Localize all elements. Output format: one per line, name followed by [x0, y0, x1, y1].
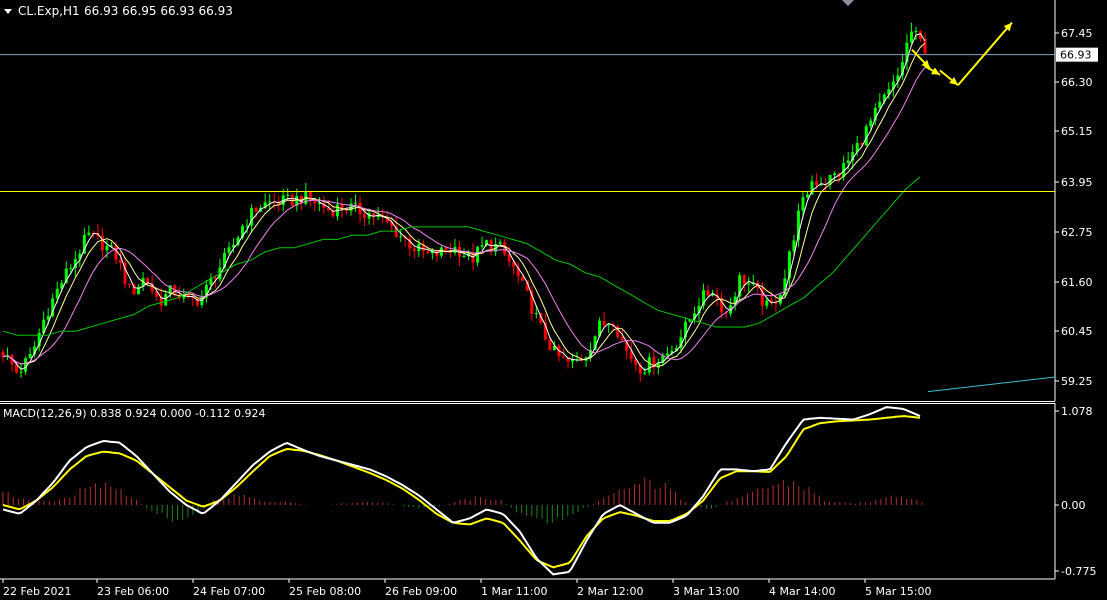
candle-body	[363, 214, 367, 219]
trend-line	[927, 376, 1056, 393]
price-tick-label: 67.45	[1061, 27, 1093, 40]
candle-body	[665, 353, 669, 356]
candle-body	[227, 247, 231, 253]
macd-line	[2, 406, 921, 576]
ma-long-line	[2, 176, 921, 336]
candle-body	[923, 39, 927, 54]
price-tick-label: 62.75	[1061, 226, 1093, 239]
scroll-marker-icon[interactable]	[842, 0, 854, 6]
price-tick-label: 66.30	[1061, 76, 1093, 89]
candle-body	[909, 31, 913, 43]
ma-fast-line	[2, 33, 926, 371]
price-series-layer	[0, 21, 1056, 393]
time-tick-label: 2 Mar 12:00	[577, 585, 643, 598]
forecast-arrow	[957, 21, 1013, 86]
price-tick-label: 59.25	[1061, 375, 1093, 388]
candle-body	[647, 357, 651, 373]
macd-header-label: MACD(12,26,9) 0.838 0.924 0.000 -0.112 0…	[3, 407, 265, 420]
candle-body	[706, 290, 710, 296]
candle-body	[128, 283, 132, 285]
ma-mid-line	[2, 42, 926, 368]
candle-body	[643, 372, 647, 374]
macd-tick-label: -0.775	[1061, 565, 1096, 578]
candle-body	[286, 194, 290, 196]
time-tick-label: 3 Mar 13:00	[673, 585, 739, 598]
candle-body	[412, 248, 416, 252]
time-tick-label: 22 Feb 2021	[3, 585, 71, 598]
current-price-badge-label: 66.93	[1060, 49, 1092, 62]
candle-body	[354, 202, 358, 204]
candle-body	[105, 245, 109, 251]
candle-body	[742, 275, 746, 285]
time-tick-label: 24 Feb 07:00	[193, 585, 265, 598]
candle-body	[28, 353, 32, 359]
candle-body	[548, 339, 552, 351]
candle-body	[747, 283, 751, 285]
symbol-dropdown-icon[interactable]	[4, 9, 12, 14]
candle-body	[846, 160, 850, 163]
macd-series-layer	[2, 406, 923, 576]
time-tick-label: 1 Mar 11:00	[481, 585, 547, 598]
time-tick-label: 4 Mar 14:00	[769, 585, 835, 598]
price-tick-label: 61.60	[1061, 276, 1093, 289]
price-tick-label: 60.45	[1061, 325, 1093, 338]
candle-body	[480, 245, 484, 247]
candle-body	[24, 358, 28, 372]
candle-body	[399, 236, 403, 238]
candle-body	[164, 294, 168, 306]
price-tick-label: 63.95	[1061, 176, 1093, 189]
price-chart[interactable]: 67.45 66.30 65.15 63.95 62.75 61.60 60.45 59.25…	[0, 0, 1107, 600]
signal-line	[2, 415, 921, 569]
time-tick-label: 23 Feb 06:00	[97, 585, 169, 598]
candle-body	[815, 181, 819, 186]
candle-body	[805, 194, 809, 198]
candle-body	[869, 120, 873, 127]
candle-body	[87, 232, 91, 235]
candle-body	[254, 207, 258, 212]
candle-body	[620, 336, 624, 340]
candle-body	[462, 256, 466, 258]
macd-tick-label: 0.00	[1061, 499, 1086, 512]
time-tick-label: 25 Feb 08:00	[289, 585, 361, 598]
symbol-timeframe-label: CL.Exp,H1	[18, 4, 80, 18]
candle-body	[114, 245, 118, 260]
candle-body	[765, 300, 769, 306]
candle-body	[801, 197, 805, 211]
candle-body	[534, 313, 538, 315]
ma-slow-line	[2, 67, 926, 365]
price-tick-label: 65.15	[1061, 125, 1093, 138]
candle-body	[914, 30, 918, 32]
candle-body	[602, 320, 606, 326]
macd-tick-label: 1.078	[1061, 405, 1093, 418]
candle-body	[561, 356, 565, 358]
candle-body	[19, 371, 23, 373]
time-tick-label: 5 Mar 15:00	[865, 585, 931, 598]
candle-body	[498, 242, 502, 245]
candle-body	[268, 201, 272, 203]
candle-body	[426, 251, 430, 254]
candle-body	[833, 173, 837, 175]
ohlc-readout: 66.93 66.95 66.93 66.93	[84, 4, 233, 18]
time-tick-label: 26 Feb 09:00	[385, 585, 457, 598]
candle-body	[55, 288, 59, 299]
candle-body	[69, 268, 73, 270]
